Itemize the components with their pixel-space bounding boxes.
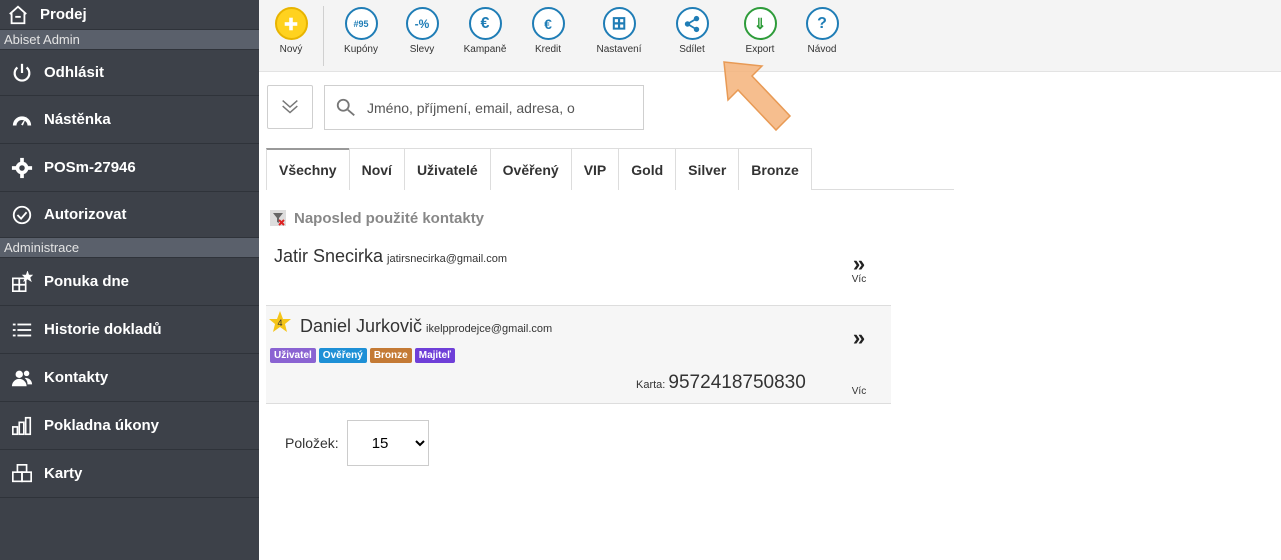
help-icon: ? bbox=[805, 7, 839, 40]
power-icon bbox=[10, 61, 34, 85]
sidebar-item-label: Ponuka dne bbox=[44, 273, 130, 290]
badge-bronze: Bronze bbox=[369, 348, 412, 363]
more-button[interactable]: » Víc bbox=[847, 325, 871, 398]
bars-icon bbox=[10, 414, 34, 438]
per-page-select[interactable]: 15 bbox=[346, 420, 429, 466]
settings-grid-icon: ⊞ bbox=[602, 7, 636, 40]
tab-verified[interactable]: Ověřený bbox=[489, 148, 572, 190]
sidebar-item-label: Pokladna úkony bbox=[44, 417, 160, 434]
more-button[interactable]: » Víc bbox=[847, 251, 871, 286]
sidebar-item-dashboard[interactable]: Nástěnka bbox=[0, 96, 259, 144]
badge-verified: Ověřený bbox=[318, 348, 367, 363]
home-icon bbox=[6, 3, 30, 27]
toolbar-divider bbox=[323, 6, 324, 66]
double-chevron-right-icon: » bbox=[852, 325, 866, 350]
sidebar-item-label: Historie dokladů bbox=[44, 321, 162, 338]
coupons-button[interactable]: #95 Kupóny bbox=[336, 0, 386, 55]
card-number: 9572418750830 bbox=[668, 372, 806, 393]
contact-email: jatirsnecirka@gmail.com bbox=[387, 253, 508, 265]
sidebar-item-logout[interactable]: Odhlásit bbox=[0, 50, 259, 96]
star-icon: 4 bbox=[269, 311, 291, 332]
sidebar-section-header: Abiset Admin bbox=[0, 30, 259, 50]
clear-filter-icon[interactable] bbox=[270, 210, 286, 226]
card-info: Karta: 9572418750830 bbox=[636, 372, 806, 394]
contact-name: Jatir Snecirka bbox=[274, 246, 384, 266]
annotation-arrow-icon bbox=[723, 61, 792, 132]
new-button[interactable]: Nový bbox=[273, 0, 309, 55]
sidebar-item-cards[interactable]: Karty bbox=[0, 450, 259, 498]
contact-row[interactable]: 4 Daniel Jurkovič ikelpprodejce@gmail.com… bbox=[266, 306, 891, 404]
sidebar-item-label: Odhlásit bbox=[44, 64, 105, 81]
tab-vip[interactable]: VIP bbox=[570, 148, 620, 190]
grid-star-icon bbox=[10, 270, 34, 294]
plus-icon bbox=[274, 7, 308, 40]
search-input[interactable] bbox=[365, 98, 635, 117]
campaigns-button[interactable]: € Kampaně bbox=[460, 0, 510, 55]
sidebar-item-history[interactable]: Historie dokladů bbox=[0, 306, 259, 354]
sidebar-item-cash-operations[interactable]: Pokladna úkony bbox=[0, 402, 259, 450]
coupon-icon: #95 bbox=[344, 7, 378, 40]
sidebar: Prodej Abiset Admin Odhlásit Nástěnka PO… bbox=[0, 0, 259, 560]
sidebar-item-label: Nástěnka bbox=[44, 111, 111, 128]
sidebar-item-label: Prodej bbox=[40, 6, 87, 23]
recent-contacts-heading: Naposled použité kontakty bbox=[270, 207, 484, 229]
badge-user: Uživatel bbox=[270, 348, 316, 363]
sidebar-item-posm[interactable]: POSm-27946 bbox=[0, 144, 259, 192]
tab-silver[interactable]: Silver bbox=[675, 148, 740, 190]
sidebar-item-label: Karty bbox=[44, 465, 83, 482]
tab-users[interactable]: Uživatelé bbox=[403, 148, 491, 190]
search-icon bbox=[336, 98, 355, 116]
credit-button[interactable]: € Kredit bbox=[528, 0, 568, 55]
sidebar-item-label: POSm-27946 bbox=[44, 159, 136, 176]
contact-email: ikelpprodejce@gmail.com bbox=[426, 323, 553, 335]
sidebar-item-ponuka-dne[interactable]: Ponuka dne bbox=[0, 258, 259, 306]
tab-new[interactable]: Noví bbox=[348, 148, 405, 190]
tab-bronze[interactable]: Bronze bbox=[738, 148, 812, 190]
sidebar-item-contacts[interactable]: Kontakty bbox=[0, 354, 259, 402]
contact-name: Daniel Jurkovič bbox=[300, 316, 423, 336]
export-button[interactable]: ⇓ Export bbox=[740, 0, 780, 55]
dashboard-icon bbox=[10, 108, 34, 132]
sidebar-item-prodej[interactable]: Prodej bbox=[0, 0, 259, 30]
percent-icon: -% bbox=[405, 7, 439, 40]
users-icon bbox=[10, 366, 34, 390]
card-label: Karta: bbox=[636, 379, 666, 391]
double-chevron-right-icon: » bbox=[852, 251, 866, 276]
share-icon bbox=[675, 7, 709, 40]
filter-toggle-button[interactable] bbox=[267, 85, 313, 129]
export-icon: ⇓ bbox=[743, 7, 777, 40]
help-button[interactable]: ? Návod bbox=[802, 0, 842, 55]
per-page-control: Položek: 15 bbox=[285, 420, 429, 466]
list-icon bbox=[10, 318, 34, 342]
credit-icon: € bbox=[531, 7, 565, 40]
sidebar-section-header: Administrace bbox=[0, 238, 259, 258]
share-button[interactable]: Sdílet bbox=[672, 0, 712, 55]
tab-all[interactable]: Všechny bbox=[266, 148, 350, 190]
sidebar-item-label: Kontakty bbox=[44, 369, 109, 386]
per-page-label: Položek: bbox=[285, 435, 339, 451]
contact-row[interactable]: Jatir Snecirka jatirsnecirka@gmail.com » … bbox=[266, 236, 891, 306]
badge-owner: Majiteľ bbox=[414, 348, 455, 363]
check-circle-icon bbox=[10, 203, 34, 227]
discounts-button[interactable]: -% Slevy bbox=[402, 0, 442, 55]
gear-icon bbox=[10, 156, 34, 180]
search-box bbox=[324, 85, 644, 130]
euro-arrow-icon: € bbox=[468, 7, 502, 40]
tab-gold[interactable]: Gold bbox=[618, 148, 677, 190]
contact-tabs: Všechny Noví Uživatelé Ověřený VIP Gold … bbox=[266, 148, 954, 190]
recent-contacts-title: Naposled použité kontakty bbox=[294, 209, 485, 227]
star-level-number: 4 bbox=[277, 318, 282, 328]
sidebar-item-authorize[interactable]: Autorizovat bbox=[0, 192, 259, 238]
contact-badges: Uživatel Ověřený Bronze Majiteľ bbox=[270, 348, 455, 363]
settings-button[interactable]: ⊞ Nastavení bbox=[594, 0, 644, 55]
double-chevron-down-icon bbox=[282, 100, 298, 114]
grid-icon bbox=[10, 462, 34, 486]
sidebar-item-label: Autorizovat bbox=[44, 206, 127, 223]
